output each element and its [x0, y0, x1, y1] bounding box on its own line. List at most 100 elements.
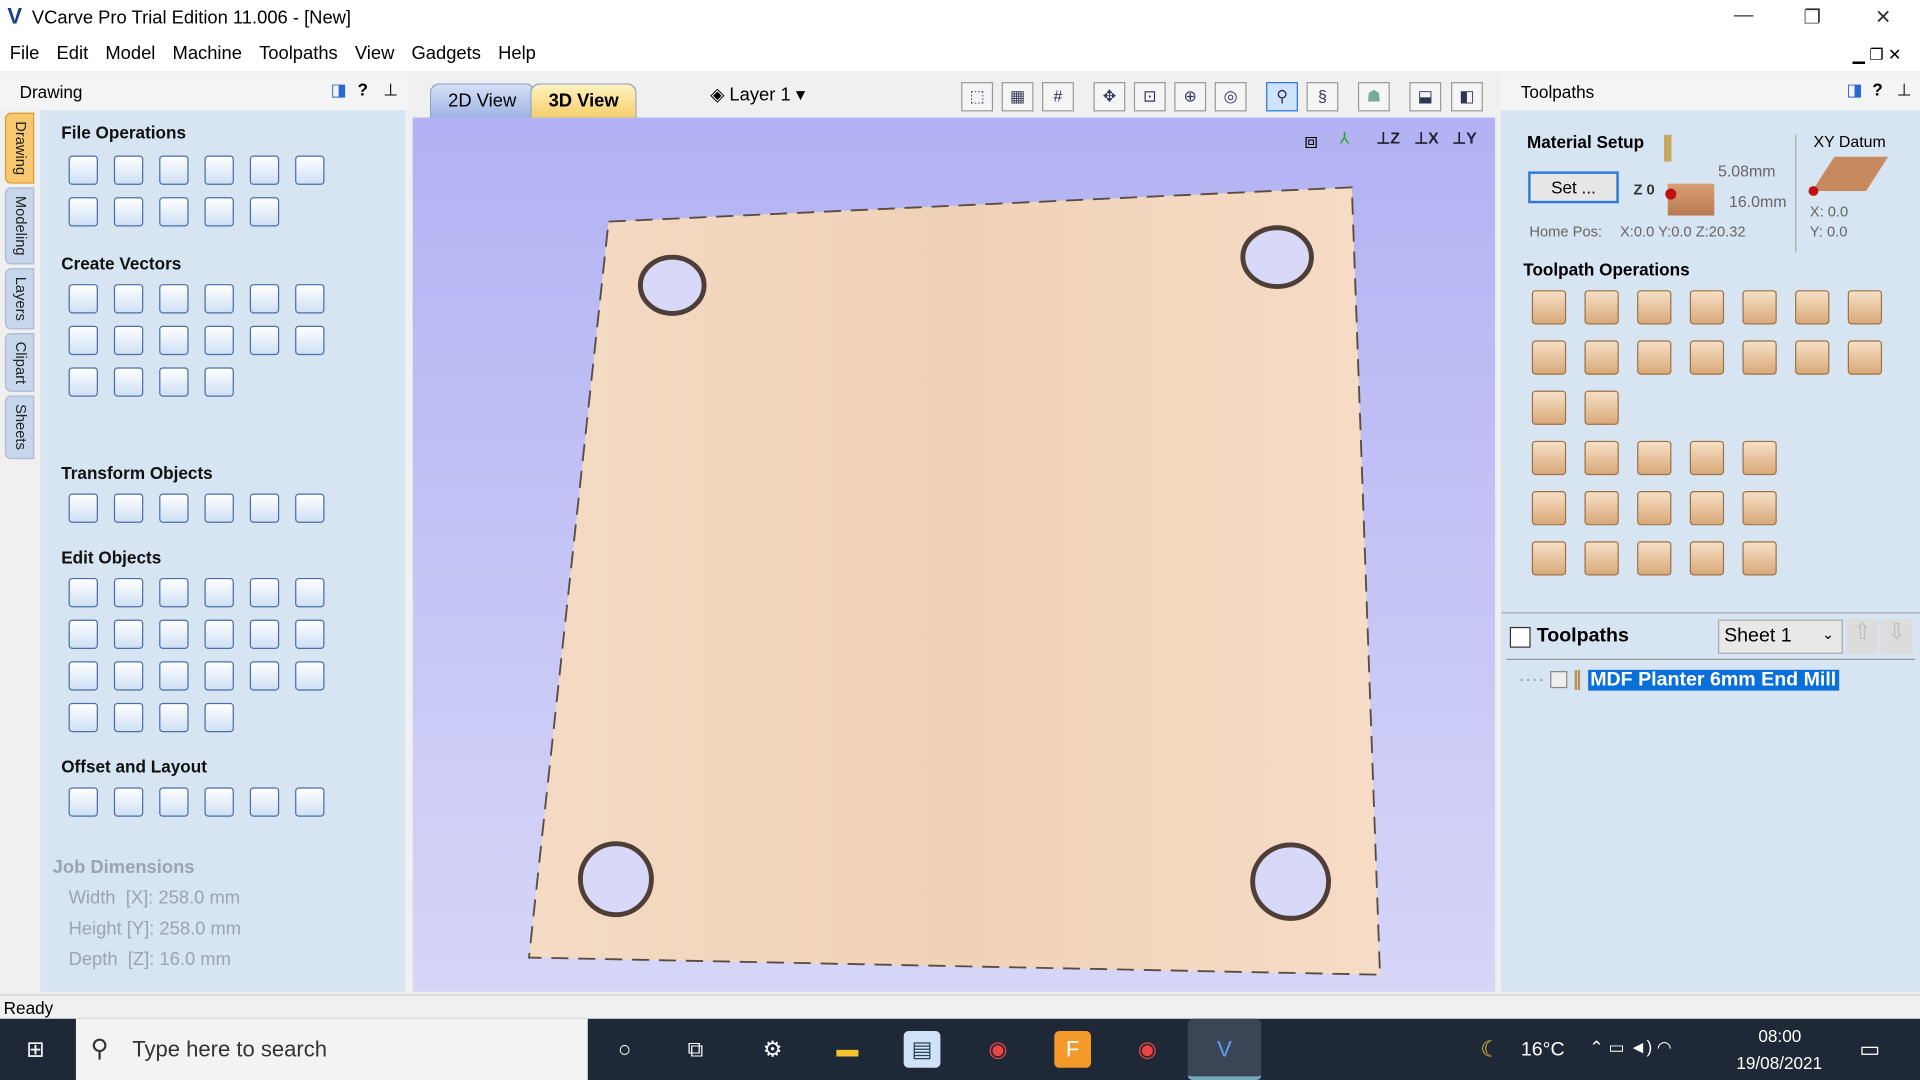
line-icon[interactable]	[159, 702, 189, 733]
pan-icon[interactable]: ✥	[1093, 82, 1126, 112]
ellipse-icon[interactable]	[113, 284, 144, 314]
weld-icon[interactable]	[68, 619, 98, 649]
text-box-icon[interactable]	[249, 325, 280, 356]
text-on-curve-icon[interactable]	[295, 325, 325, 356]
set-origin-icon[interactable]	[295, 493, 325, 523]
save-template-icon[interactable]	[1742, 541, 1777, 576]
time-estimate-icon[interactable]	[1584, 541, 1619, 576]
chrome-icon[interactable]: ◉	[980, 1031, 1017, 1068]
measure-icon[interactable]	[295, 577, 325, 608]
node-edit-icon[interactable]	[113, 577, 144, 608]
edit-toolpath-icon[interactable]	[1584, 440, 1619, 476]
mirror-icon[interactable]	[204, 493, 234, 523]
grid-icon[interactable]: #	[1042, 82, 1074, 112]
cortana-icon[interactable]: ○	[606, 1031, 643, 1068]
help-icon[interactable]: ?	[1872, 80, 1882, 100]
group-icon[interactable]	[204, 577, 234, 608]
settings-icon[interactable]: ⚙	[754, 1031, 791, 1068]
menu-view[interactable]: View	[346, 37, 403, 64]
offset-icon[interactable]	[68, 787, 98, 817]
winrar-icon[interactable]: ▤	[903, 1031, 941, 1068]
summary-icon[interactable]	[1742, 440, 1777, 476]
task-view-icon[interactable]: ⧉	[677, 1031, 714, 1068]
import-icon[interactable]	[249, 155, 280, 185]
star-icon[interactable]	[249, 284, 280, 314]
polygon-icon[interactable]	[204, 284, 234, 314]
polyline-icon[interactable]	[295, 284, 325, 314]
save-toolpath-icon[interactable]	[1637, 440, 1672, 476]
pin-icon[interactable]: ⊥	[1897, 80, 1912, 101]
pocket-toolpath-icon[interactable]	[1584, 290, 1619, 325]
taskbar-search[interactable]: ⚲ Type here to search	[75, 1018, 588, 1080]
help-icon[interactable]: ?	[358, 80, 368, 100]
vcarve-taskbar-icon[interactable]: V	[1187, 1018, 1262, 1080]
3d-viewport[interactable]: ⧈ ⅄ ⊥Z ⊥X ⊥Y	[412, 117, 1496, 992]
tool-compare-icon[interactable]	[1637, 541, 1672, 576]
fit-icon[interactable]	[295, 787, 325, 817]
sphere-icon[interactable]	[1584, 390, 1619, 425]
circular-array-icon[interactable]	[159, 787, 189, 817]
move-down-button[interactable]: ⇩	[1880, 619, 1913, 654]
chamfer-icon[interactable]	[68, 661, 98, 691]
merge-toolpath-icon[interactable]	[1689, 491, 1725, 526]
close-vector-icon[interactable]	[204, 661, 234, 691]
smooth-icon[interactable]	[159, 661, 189, 691]
toolpath-settings-icon[interactable]	[1689, 541, 1725, 576]
nesting-icon[interactable]	[249, 787, 280, 817]
close-button[interactable]: ✕	[1859, 5, 1908, 29]
save-icon[interactable]	[159, 155, 189, 185]
copy-along-icon[interactable]	[204, 787, 234, 817]
open-folder-icon[interactable]	[204, 155, 234, 185]
scale-icon[interactable]	[113, 493, 144, 523]
pin-icon[interactable]: ⊥	[383, 80, 398, 101]
align-icon[interactable]	[159, 493, 189, 523]
menu-model[interactable]: Model	[97, 37, 164, 64]
toolpaths-all-checkbox[interactable]	[1509, 626, 1531, 648]
preview-all-icon[interactable]	[1584, 491, 1619, 526]
open-file-icon[interactable]	[113, 155, 144, 185]
drilling-toolpath-icon[interactable]	[1637, 290, 1672, 325]
fusion-icon[interactable]: F	[1054, 1031, 1092, 1068]
autoscale-text-icon[interactable]	[68, 367, 98, 397]
menu-machine[interactable]: Machine	[164, 37, 251, 64]
curve-fit-icon[interactable]	[68, 702, 98, 733]
edit-bitmap-icon[interactable]	[249, 661, 280, 691]
minimize-button[interactable]: —	[1719, 5, 1768, 27]
bitmap-trace-icon[interactable]	[159, 367, 189, 397]
circle-icon[interactable]	[68, 284, 98, 314]
arc-text-icon[interactable]	[113, 367, 144, 397]
chamfer-toolpath-icon[interactable]	[1689, 340, 1725, 375]
split-horizontal-icon[interactable]: ⬓	[1409, 82, 1442, 112]
trim-icon[interactable]	[204, 619, 234, 649]
menu-file[interactable]: File	[0, 37, 48, 64]
project-toolpath-icon[interactable]	[1531, 390, 1567, 425]
transform-select-icon[interactable]	[159, 577, 189, 608]
move-up-button[interactable]: ⇧	[1846, 619, 1879, 654]
sheet-select[interactable]: Sheet 1 ⌄	[1717, 619, 1843, 654]
side-tab-modeling[interactable]: Modeling	[4, 187, 35, 265]
windows-start-icon[interactable]: ⊞	[17, 1031, 54, 1068]
select-icon[interactable]	[68, 577, 98, 608]
menu-help[interactable]: Help	[490, 37, 545, 64]
chrome-icon-2[interactable]: ◉	[1129, 1031, 1166, 1068]
extend-icon[interactable]	[113, 702, 144, 733]
list-item[interactable]: ···· ∥ MDF Planter 6mm End Mill	[1518, 667, 1839, 694]
zoom-selected-icon[interactable]: ◎	[1214, 82, 1247, 112]
intersect-icon[interactable]	[159, 619, 189, 649]
auto-hide-icon[interactable]: ◨	[331, 80, 347, 101]
texture-toolpath-icon[interactable]	[1795, 290, 1830, 325]
preview-material-icon[interactable]	[1637, 491, 1672, 526]
fillet-icon[interactable]	[295, 619, 325, 649]
bend-icon[interactable]	[204, 702, 234, 733]
new-file-icon[interactable]	[68, 155, 98, 185]
select-all-icon[interactable]	[295, 155, 325, 185]
move-icon[interactable]	[68, 493, 98, 523]
profile-toolpath-icon[interactable]	[1531, 290, 1567, 325]
restore-button[interactable]: ❐	[1788, 5, 1837, 29]
material-view-icon[interactable]: ☗	[1357, 82, 1390, 112]
side-tab-sheets[interactable]: Sheets	[4, 396, 35, 459]
tool-database-icon[interactable]	[1531, 440, 1567, 476]
cut-icon[interactable]	[68, 197, 98, 227]
paste-icon[interactable]	[159, 197, 189, 227]
quick-engrave-icon[interactable]	[1742, 290, 1777, 325]
